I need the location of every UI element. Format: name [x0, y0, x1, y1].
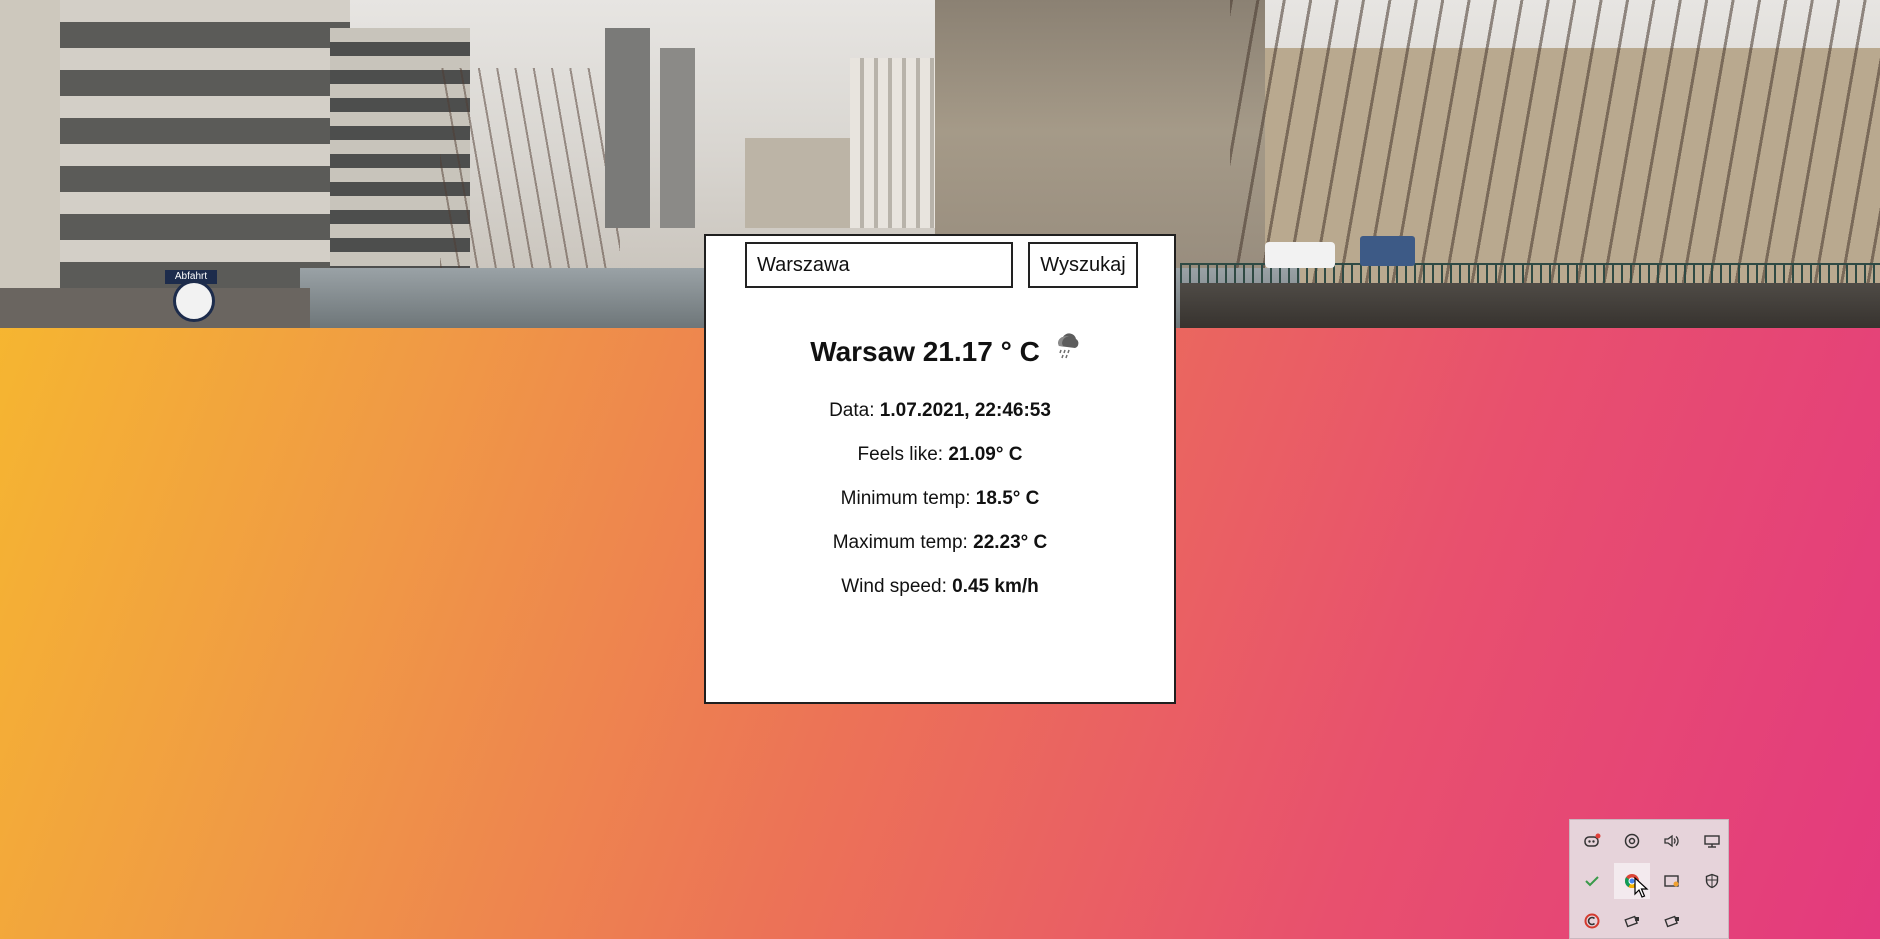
date-value: 1.07.2021, 22:46:53 — [879, 400, 1051, 421]
street-clock — [173, 280, 215, 322]
vehicle — [1360, 236, 1415, 266]
vehicle — [1265, 242, 1335, 268]
trees — [440, 68, 620, 268]
min-temp-row: Minimum temp: 18.5° C — [706, 488, 1174, 510]
feels-like-label: Feels like: — [857, 444, 944, 465]
weather-card: Wyszukaj Warsaw 21.17 ° C Data: 1.07.202… — [704, 234, 1176, 704]
building — [745, 138, 855, 228]
network-icon[interactable] — [1694, 823, 1730, 859]
city-temperature-title: Warsaw 21.17 ° C — [810, 336, 1040, 367]
city-search-input[interactable] — [745, 242, 1013, 288]
wind-speed-row: Wind speed: 0.45 km/h — [706, 576, 1174, 598]
date-label: Data: — [829, 400, 875, 421]
usb-icon[interactable] — [1654, 903, 1690, 939]
discord-icon[interactable] — [1574, 823, 1610, 859]
weather-title-row: Warsaw 21.17 ° C — [706, 336, 1174, 368]
display-icon[interactable] — [1654, 863, 1690, 899]
ccleaner-icon[interactable] — [1574, 903, 1610, 939]
min-temp-label: Minimum temp: — [840, 488, 971, 509]
steam-icon[interactable] — [1614, 823, 1650, 859]
usb-icon[interactable] — [1614, 903, 1650, 939]
min-temp-value: 18.5° C — [975, 488, 1040, 509]
tower — [605, 28, 650, 228]
wind-speed-label: Wind speed: — [841, 576, 947, 597]
quay-wall — [1180, 283, 1880, 328]
mouse-cursor-icon — [1634, 877, 1649, 898]
rain-cloud-icon — [1058, 333, 1079, 359]
volume-icon[interactable] — [1654, 823, 1690, 859]
feels-like-value: 21.09° C — [948, 444, 1023, 465]
max-temp-label: Maximum temp: — [832, 532, 968, 553]
date-row: Data: 1.07.2021, 22:46:53 — [706, 400, 1174, 422]
wind-speed-value: 0.45 km/h — [952, 576, 1039, 597]
street — [0, 288, 310, 328]
tower — [660, 48, 695, 228]
feels-like-row: Feels like: 21.09° C — [706, 444, 1174, 466]
check-icon[interactable] — [1574, 863, 1610, 899]
max-temp-row: Maximum temp: 22.23° C — [706, 532, 1174, 554]
shield-icon[interactable] — [1694, 863, 1730, 899]
max-temp-value: 22.23° C — [973, 532, 1048, 553]
search-button[interactable]: Wyszukaj — [1028, 242, 1138, 288]
